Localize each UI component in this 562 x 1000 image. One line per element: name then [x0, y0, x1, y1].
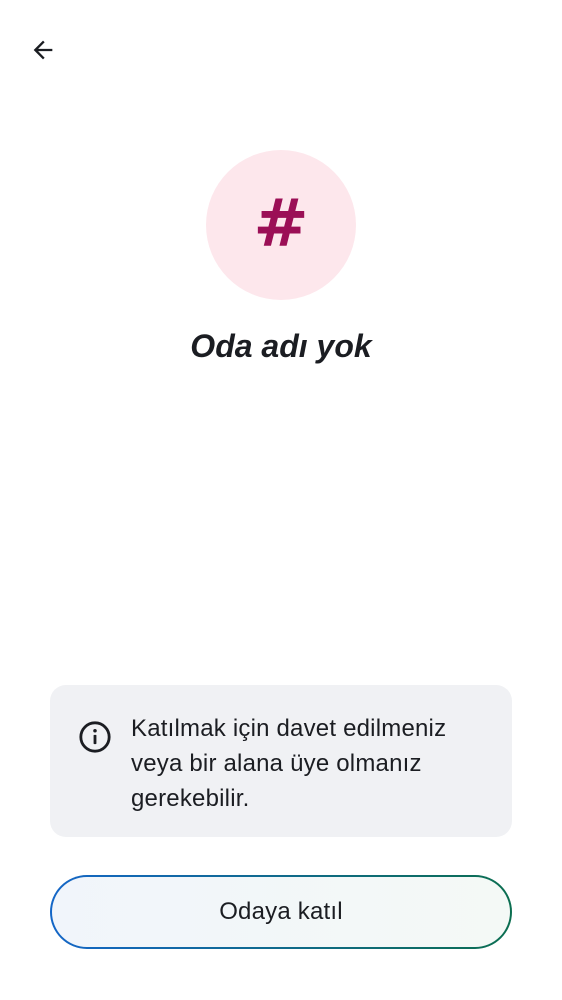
join-room-button[interactable]: Odaya katıl [50, 875, 512, 949]
room-title: Oda adı yok [190, 328, 372, 364]
info-message: Katılmak için davet edilmeniz veya bir a… [131, 715, 447, 812]
arrow-left-icon [33, 40, 53, 60]
back-button[interactable] [22, 29, 64, 71]
room-avatar: # [206, 150, 356, 300]
join-room-label: Odaya katıl [219, 898, 343, 925]
hash-icon: # [253, 185, 309, 262]
info-card: Katılmak için davet edilmeniz veya bir a… [50, 685, 512, 837]
info-circle-icon [79, 721, 111, 753]
